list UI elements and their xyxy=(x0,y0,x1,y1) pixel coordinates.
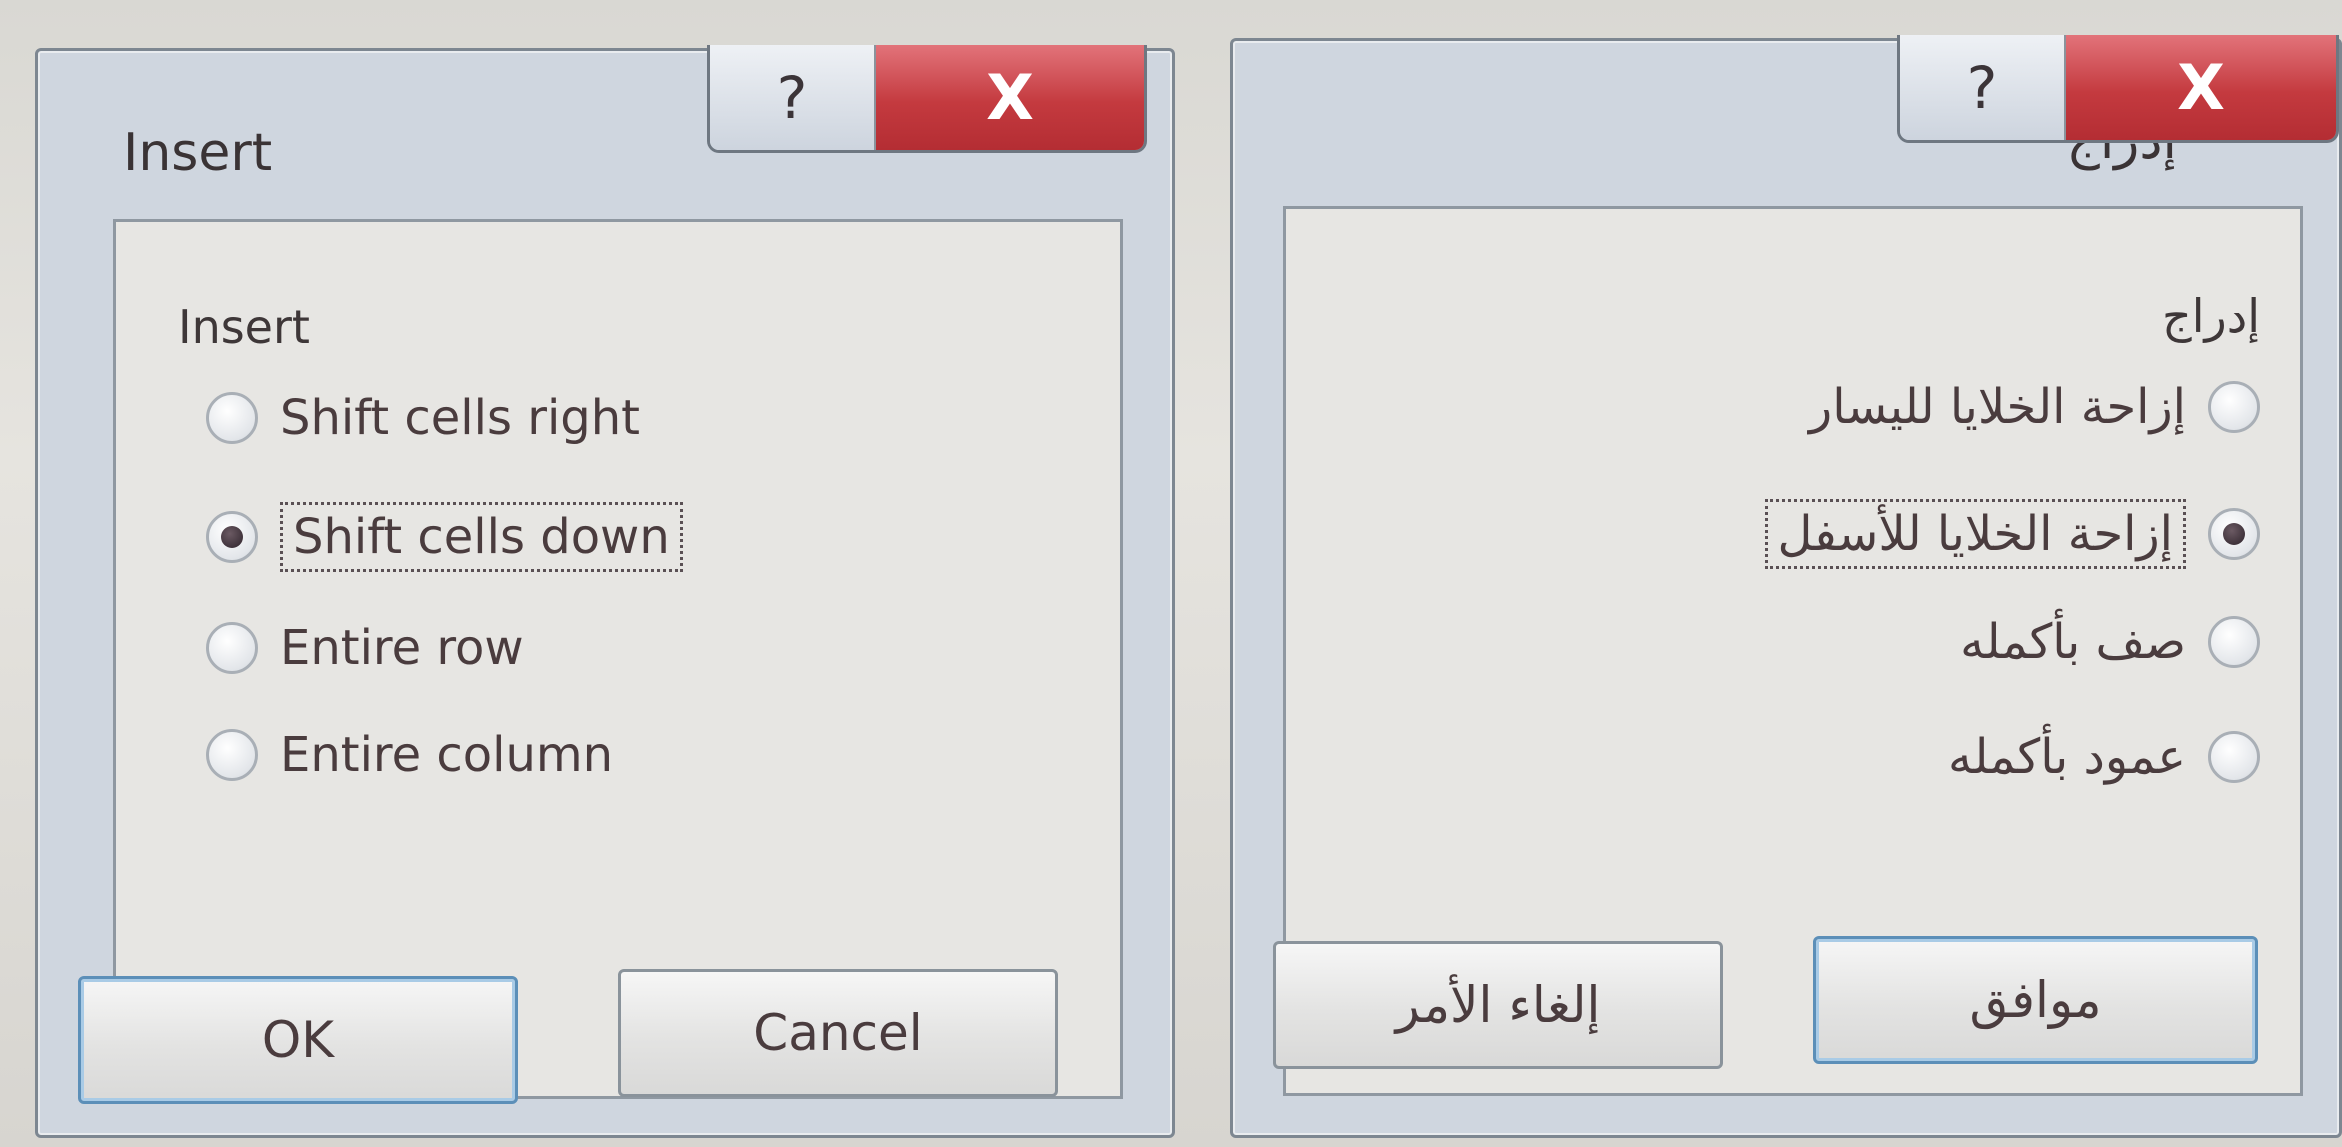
option-entire-row[interactable]: صف بأكمله xyxy=(1960,614,2260,670)
option-entire-column[interactable]: Entire column xyxy=(206,727,613,783)
cancel-button[interactable]: إلغاء الأمر xyxy=(1273,941,1723,1069)
radio-button[interactable] xyxy=(2208,381,2260,433)
radio-button[interactable] xyxy=(206,392,258,444)
ok-button[interactable]: موافق xyxy=(1813,936,2258,1064)
radio-button-selected[interactable] xyxy=(206,511,258,563)
insert-dialog-arabic: إدراج ? X إدراج إزاحة الخلايا لليسار إزا… xyxy=(1230,35,2342,1138)
dialog-body: Insert Shift cells right Shift cells dow… xyxy=(113,219,1123,1099)
radio-button[interactable] xyxy=(2208,616,2260,668)
option-label: Shift cells down xyxy=(280,502,683,572)
insert-group-label: Insert xyxy=(178,300,310,354)
option-shift-cells-left[interactable]: إزاحة الخلايا لليسار xyxy=(1809,379,2260,435)
option-label: إزاحة الخلايا للأسفل xyxy=(1764,499,2186,569)
close-icon: X xyxy=(986,61,1034,134)
radio-button[interactable] xyxy=(206,729,258,781)
help-icon: ? xyxy=(776,63,808,132)
caption-buttons: ? X xyxy=(1897,35,2339,143)
title-bar: إدراج ? X xyxy=(1233,35,2339,191)
close-button[interactable]: X xyxy=(2066,35,2336,140)
option-label: Shift cells right xyxy=(280,390,640,446)
option-shift-cells-down[interactable]: إزاحة الخلايا للأسفل xyxy=(1764,499,2260,569)
close-button[interactable]: X xyxy=(876,45,1144,150)
option-shift-cells-right[interactable]: Shift cells right xyxy=(206,390,640,446)
insert-group-label: إدراج xyxy=(2162,289,2260,343)
ok-button[interactable]: OK xyxy=(78,976,518,1104)
caption-buttons: ? X xyxy=(707,45,1147,153)
help-button[interactable]: ? xyxy=(1900,35,2066,140)
radio-button[interactable] xyxy=(206,622,258,674)
radio-button[interactable] xyxy=(2208,731,2260,783)
close-icon: X xyxy=(2177,51,2225,124)
help-button[interactable]: ? xyxy=(710,45,876,150)
dialog-title: Insert xyxy=(123,123,273,183)
option-label: صف بأكمله xyxy=(1960,614,2186,670)
help-icon: ? xyxy=(1966,53,1998,122)
option-entire-row[interactable]: Entire row xyxy=(206,620,524,676)
option-shift-cells-down[interactable]: Shift cells down xyxy=(206,502,683,572)
insert-dialog-english: Insert ? X Insert Shift cells right Shif… xyxy=(35,45,1175,1138)
option-entire-column[interactable]: عمود بأكمله xyxy=(1948,729,2260,785)
radio-button-selected[interactable] xyxy=(2208,508,2260,560)
option-label: عمود بأكمله xyxy=(1947,729,2186,785)
cancel-button[interactable]: Cancel xyxy=(618,969,1058,1097)
title-bar: Insert ? X xyxy=(38,45,1172,201)
option-label: إزاحة الخلايا لليسار xyxy=(1809,379,2186,435)
option-label: Entire row xyxy=(280,620,524,676)
option-label: Entire column xyxy=(280,727,614,783)
